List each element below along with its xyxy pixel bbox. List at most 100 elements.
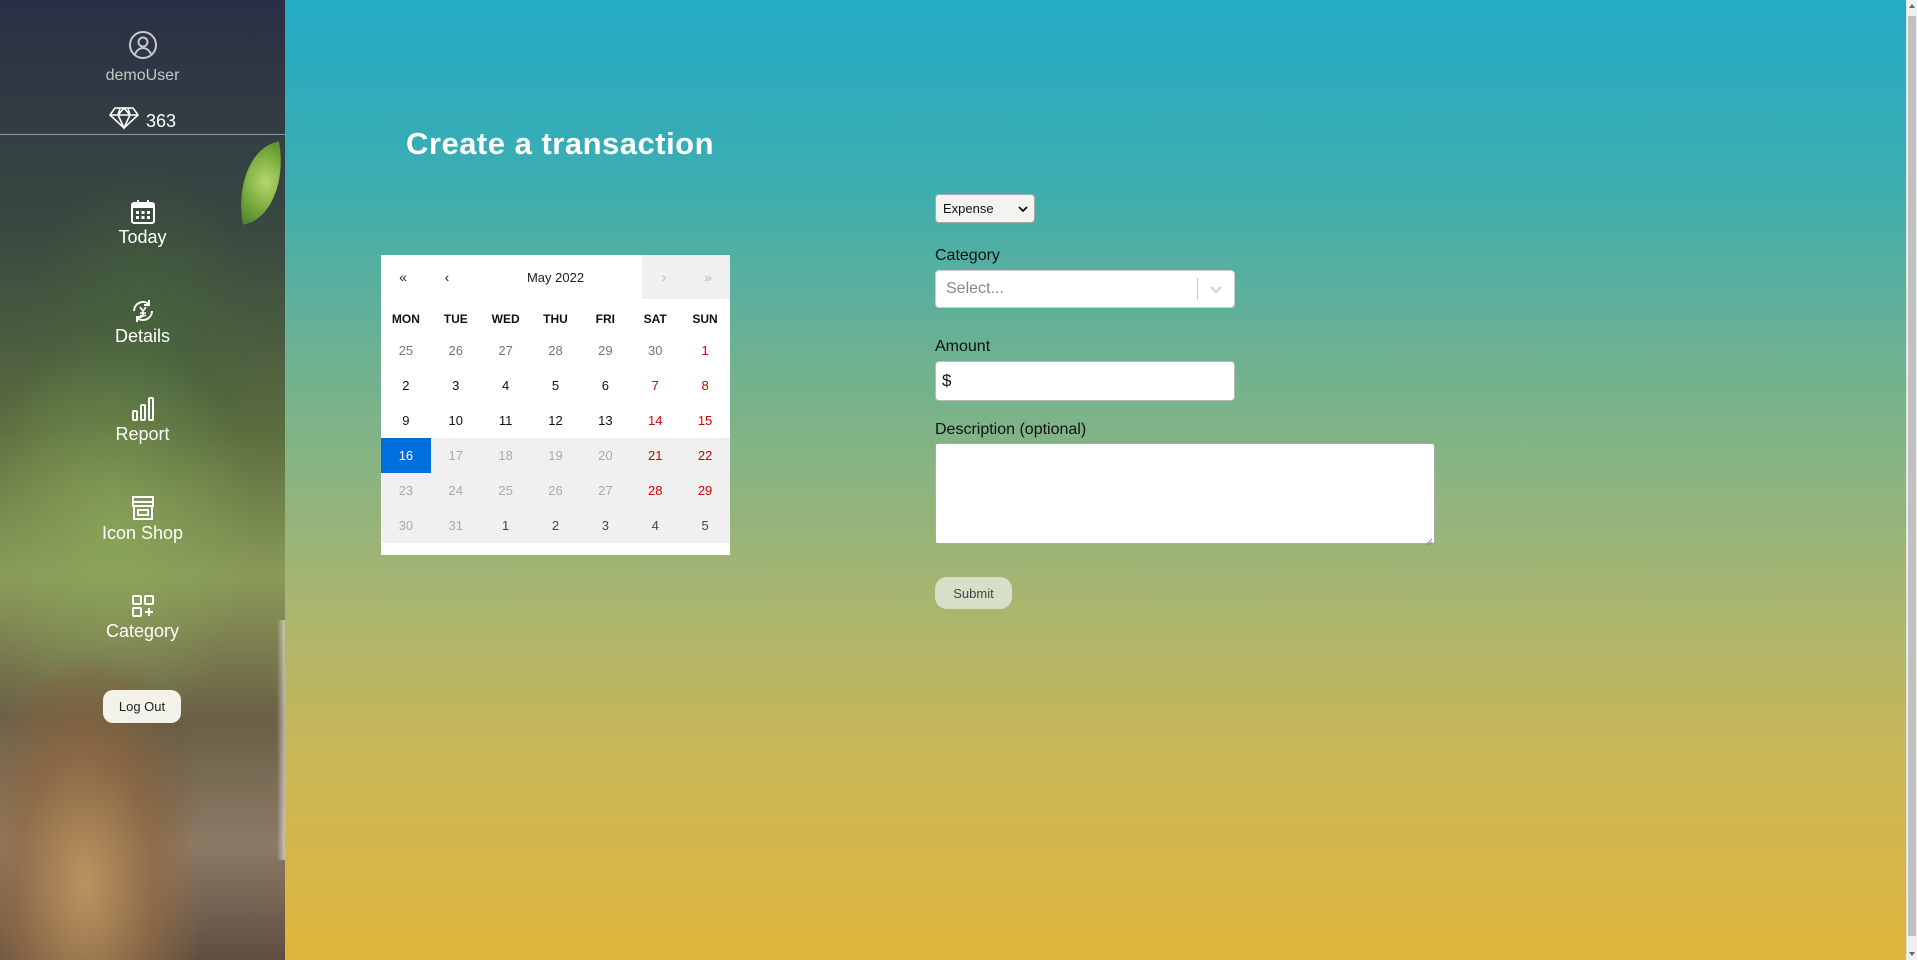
calendar-day[interactable]: 30	[630, 333, 680, 368]
calendar-day: 17	[430, 438, 481, 473]
calendar-day-selected[interactable]: 16	[381, 438, 431, 473]
scroll-thumb[interactable]	[1908, 16, 1916, 936]
scroll-down-arrow-icon[interactable]	[1909, 952, 1915, 956]
calendar-day: 3	[580, 508, 631, 543]
calendar-day[interactable]: 5	[531, 368, 581, 403]
submit-button[interactable]: Submit	[935, 577, 1012, 609]
nav-label-today: Today	[118, 227, 167, 247]
gem-balance: 363	[0, 106, 285, 132]
scroll-up-arrow-icon[interactable]	[1909, 4, 1915, 8]
calendar-day[interactable]: 27	[481, 333, 531, 368]
calendar-day: 2	[530, 508, 581, 543]
calendar-day[interactable]: 3	[431, 368, 481, 403]
calendar-day[interactable]: 2	[381, 368, 431, 403]
vertical-scrollbar[interactable]	[1906, 0, 1917, 960]
calendar-next-year-button[interactable]: »	[686, 255, 730, 299]
currency-prefix: $	[942, 371, 952, 390]
nav-label-details: Details	[114, 326, 171, 346]
calendar-day[interactable]: 7	[630, 368, 680, 403]
calendar-day: 24	[430, 473, 481, 508]
user-avatar-icon[interactable]	[128, 31, 158, 64]
calendar-day: 19	[530, 438, 581, 473]
nav-item-category[interactable]: Category	[0, 592, 285, 642]
calendar-day[interactable]: 28	[531, 333, 581, 368]
calendar-day[interactable]: 15	[680, 403, 730, 438]
calendar-day[interactable]: 12	[531, 403, 581, 438]
calendar-day: 31	[430, 508, 481, 543]
background-jar-edge	[277, 620, 285, 860]
calendar-day: 1	[480, 508, 531, 543]
amount-label: Amount	[935, 338, 991, 355]
grid-add-icon	[0, 592, 285, 620]
weekday-label: WED	[491, 312, 520, 326]
calendar-day: 20	[580, 438, 631, 473]
transaction-type-value: Expense	[943, 201, 994, 216]
calendar-day[interactable]: 1	[680, 333, 730, 368]
calendar-next-month-button[interactable]: ›	[642, 255, 686, 299]
calendar-day: 5	[680, 508, 730, 543]
calendar-month-label[interactable]: May 2022	[469, 255, 642, 299]
nav-label-icon-shop: Icon Shop	[101, 523, 184, 543]
calendar-day: 18	[480, 438, 531, 473]
weekday-label: FRI	[595, 312, 616, 326]
calendar-days: 25 26 27 28 29 30 1 2 3 4 5 6 7 8 9 10 1…	[381, 333, 730, 543]
diamond-icon	[108, 106, 146, 131]
weekday-label: SAT	[643, 312, 667, 326]
nav-label-report: Report	[115, 424, 170, 444]
nav-item-report[interactable]: Report	[0, 395, 285, 445]
calendar-prev-month-button[interactable]: ‹	[425, 255, 469, 299]
calendar-day: 23	[381, 473, 431, 508]
calendar-day: 21	[630, 438, 681, 473]
calendar-day[interactable]: 25	[381, 333, 431, 368]
calendar-day[interactable]: 9	[381, 403, 431, 438]
calendar-prev-year-button[interactable]: «	[381, 255, 425, 299]
calendar-day[interactable]: 8	[680, 368, 730, 403]
calendar-day[interactable]: 26	[431, 333, 481, 368]
calendar-day[interactable]: 10	[431, 403, 481, 438]
category-label: Category	[935, 247, 1000, 264]
sidebar-divider	[0, 134, 285, 135]
username: demoUser	[105, 67, 180, 84]
category-placeholder: Select...	[946, 280, 1004, 297]
calendar-day: 27	[580, 473, 631, 508]
calendar-day: 28	[630, 473, 681, 508]
weekday-label: THU	[543, 312, 568, 326]
calendar-day: 25	[480, 473, 531, 508]
weekday-label: MON	[391, 312, 420, 326]
calendar-day: 22	[680, 438, 730, 473]
logout-button[interactable]: Log Out	[103, 690, 181, 723]
calendar-day[interactable]: 14	[630, 403, 680, 438]
weekday-label: TUE	[443, 312, 468, 326]
calendar-day: 4	[630, 508, 681, 543]
description-textarea[interactable]	[935, 443, 1435, 546]
weekday-label: SUN	[692, 312, 718, 326]
amount-input[interactable]: $	[935, 361, 1235, 401]
category-select[interactable]: Select...	[935, 270, 1235, 308]
transaction-type-select[interactable]: Expense	[935, 194, 1035, 223]
resize-grip-icon[interactable]	[1424, 533, 1433, 546]
chevron-down-icon[interactable]	[1198, 284, 1234, 294]
calendar-day[interactable]: 11	[481, 403, 531, 438]
yen-cycle-icon	[0, 297, 285, 325]
calendar-day: 29	[680, 473, 730, 508]
calendar-day[interactable]: 6	[580, 368, 630, 403]
calendar-day: 30	[381, 508, 431, 543]
sidebar: demoUser 363 Today Details Report Icon S…	[0, 0, 285, 960]
calendar-day[interactable]: 4	[481, 368, 531, 403]
calendar-day[interactable]: 29	[580, 333, 630, 368]
calendar-weekdays: MON TUE WED THU FRI SAT SUN	[381, 299, 730, 333]
chevron-down-icon	[1018, 201, 1028, 216]
nav-item-icon-shop[interactable]: Icon Shop	[0, 494, 285, 544]
date-picker-calendar: « ‹ May 2022 › » MON TUE WED THU FRI SAT…	[381, 255, 730, 555]
user-block: demoUser	[0, 30, 285, 85]
page-title: Create a transaction	[406, 126, 715, 161]
calendar-day: 26	[530, 473, 581, 508]
gem-count: 363	[145, 111, 177, 131]
calendar-day[interactable]: 13	[580, 403, 630, 438]
nav-item-details[interactable]: Details	[0, 297, 285, 347]
description-label: Description (optional)	[935, 421, 1087, 438]
calendar-navigation: « ‹ May 2022 › »	[381, 255, 730, 299]
main-content: Create a transaction « ‹ May 2022 › » MO…	[285, 0, 1906, 960]
bar-chart-icon	[0, 395, 285, 423]
nav-label-category: Category	[105, 621, 180, 641]
